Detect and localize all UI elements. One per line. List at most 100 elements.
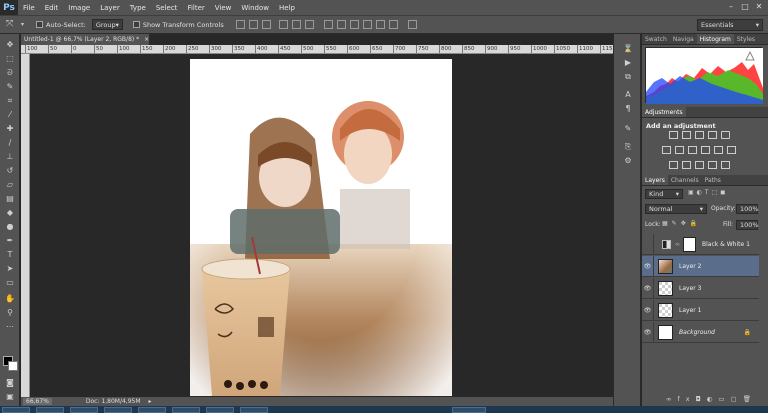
auto-select-checkbox[interactable]: Auto-Select: — [36, 21, 86, 29]
properties-icon[interactable]: ⚙ — [623, 156, 633, 166]
distribute-right-icon[interactable] — [388, 20, 398, 29]
rectangle-tool-icon[interactable]: ▭ — [3, 276, 17, 289]
visibility-toggle-icon[interactable]: 👁 — [642, 299, 654, 321]
delete-layer-icon[interactable]: 🗑 — [743, 395, 757, 403]
layer-name[interactable]: Layer 3 — [679, 285, 701, 292]
menu-edit[interactable]: Edit — [40, 4, 64, 12]
lasso-tool-icon[interactable]: ᘐ — [3, 66, 17, 79]
zoom-level[interactable]: 66,67% — [23, 398, 52, 405]
layer-row[interactable]: 👁 Background 🔒 — [642, 321, 759, 343]
align-bottom-icon[interactable] — [261, 20, 271, 29]
history-brush-tool-icon[interactable]: ↺ — [3, 164, 17, 177]
healing-brush-tool-icon[interactable]: ✚ — [3, 122, 17, 135]
layer-filter-kind[interactable]: Kind ▾ — [645, 189, 683, 199]
move-tool-icon[interactable]: ⤧ — [6, 19, 18, 31]
levels-icon[interactable] — [682, 131, 691, 139]
tab-adjustments[interactable]: Adjustments — [642, 107, 686, 117]
opacity-input[interactable]: 100% — [736, 204, 759, 214]
fx-icon[interactable]: fx — [677, 395, 695, 403]
align-hcenter-icon[interactable] — [291, 20, 301, 29]
show-transform-checkbox[interactable]: Show Transform Controls — [132, 21, 224, 29]
maximize-icon[interactable]: □ — [740, 2, 750, 12]
visibility-toggle-off-icon[interactable] — [642, 233, 654, 255]
clone-source-icon[interactable]: ⎘ — [623, 142, 633, 152]
tab-layers[interactable]: Layers — [642, 175, 668, 185]
blur-tool-icon[interactable]: ◆ — [3, 206, 17, 219]
brightness-contrast-icon[interactable] — [669, 131, 678, 139]
lock-buttons[interactable]: ▦✎✥🔒 — [662, 220, 701, 227]
visibility-toggle-icon[interactable]: 👁 — [642, 321, 654, 343]
taskbar-app-icon[interactable] — [138, 407, 166, 413]
document-size[interactable]: Doc: 1,80M/4,95M — [86, 398, 141, 405]
tab-histogram[interactable]: Histogram — [696, 34, 734, 44]
menu-file[interactable]: File — [18, 4, 40, 12]
menu-view[interactable]: View — [210, 4, 237, 12]
hand-tool-icon[interactable]: ✋ — [3, 292, 17, 305]
auto-select-dropdown[interactable]: Group ▾ — [91, 19, 123, 30]
blend-mode-dropdown[interactable]: Normal ▾ — [645, 204, 707, 214]
gradient-map-icon[interactable] — [708, 161, 717, 169]
taskbar-start-icon[interactable] — [2, 407, 30, 413]
brush-tool-icon[interactable]: ∕ — [3, 136, 17, 149]
tab-paths[interactable]: Paths — [702, 175, 724, 185]
tab-navigator[interactable]: Naviga — [670, 34, 697, 44]
workspace-switcher[interactable]: Essentials ▾ — [697, 19, 763, 31]
posterize-icon[interactable] — [682, 161, 691, 169]
visibility-toggle-icon[interactable]: 👁 — [642, 277, 654, 299]
history-icon[interactable]: ⌛ — [623, 44, 633, 54]
eraser-tool-icon[interactable]: ▱ — [3, 178, 17, 191]
tab-channels[interactable]: Channels — [668, 175, 702, 185]
menu-window[interactable]: Window — [236, 4, 274, 12]
layer-name[interactable]: Layer 1 — [679, 307, 701, 314]
path-selection-tool-icon[interactable]: ➤ — [3, 262, 17, 275]
layer-row-selected[interactable]: 👁 Layer 2 — [642, 255, 759, 277]
background-color-swatch[interactable] — [8, 361, 18, 371]
close-icon[interactable]: ✕ — [754, 2, 764, 12]
tool-preset-chevron-icon[interactable]: ▾ — [21, 21, 24, 28]
vibrance-icon[interactable] — [721, 131, 730, 139]
layer-name[interactable]: Layer 2 — [679, 263, 701, 270]
quick-mask-icon[interactable]: ◙ — [3, 376, 17, 389]
align-vcenter-icon[interactable] — [248, 20, 258, 29]
taskbar-app-icon[interactable] — [240, 407, 268, 413]
distribute-top-icon[interactable] — [323, 20, 333, 29]
fill-input[interactable]: 100% — [736, 220, 759, 230]
document-tab[interactable]: Untitled-1 @ 66,7% (Layer 2, RGB/8) * × — [21, 34, 150, 45]
selective-color-icon[interactable] — [721, 161, 730, 169]
curves-icon[interactable] — [695, 131, 704, 139]
layer-name[interactable]: Background — [679, 329, 715, 336]
align-top-icon[interactable] — [235, 20, 245, 29]
distribute-left-icon[interactable] — [362, 20, 372, 29]
layer-row[interactable]: 👁 Layer 3 — [642, 277, 759, 299]
layer-row[interactable]: 👁 Layer 1 — [642, 299, 759, 321]
menu-help[interactable]: Help — [274, 4, 300, 12]
status-menu-arrow-icon[interactable]: ▸ — [149, 398, 152, 405]
new-adjustment-icon[interactable]: ◐ — [707, 395, 719, 403]
distribute-vcenter-icon[interactable] — [336, 20, 346, 29]
taskbar-app-icon[interactable] — [172, 407, 200, 413]
gradient-tool-icon[interactable]: ▤ — [3, 192, 17, 205]
show-transform-check-box[interactable] — [132, 21, 140, 28]
taskbar-app-icon[interactable] — [206, 407, 234, 413]
align-left-icon[interactable] — [278, 20, 288, 29]
add-mask-icon[interactable]: ◘ — [696, 395, 707, 403]
photo-filter-icon[interactable] — [701, 146, 710, 154]
actions-icon[interactable]: ▶ — [623, 58, 633, 68]
tab-styles[interactable]: Styles — [734, 34, 758, 44]
taskbar-app-icon[interactable] — [70, 407, 98, 413]
taskbar-app-icon[interactable] — [104, 407, 132, 413]
more-tools-icon[interactable]: ⋯ — [3, 320, 17, 333]
exposure-icon[interactable] — [708, 131, 717, 139]
menu-filter[interactable]: Filter — [182, 4, 209, 12]
menu-type[interactable]: Type — [125, 4, 151, 12]
pen-tool-icon[interactable]: ✒ — [3, 234, 17, 247]
threshold-icon[interactable] — [695, 161, 704, 169]
auto-select-check-box[interactable] — [36, 21, 44, 28]
quick-select-tool-icon[interactable]: ✎ — [3, 80, 17, 93]
color-balance-icon[interactable] — [675, 146, 684, 154]
layer-mask-thumbnail[interactable] — [683, 236, 696, 252]
canvas-area[interactable] — [30, 54, 613, 397]
new-layer-icon[interactable]: ▢ — [731, 395, 743, 403]
taskbar-photoshop-icon[interactable] — [452, 407, 486, 413]
distribute-bottom-icon[interactable] — [349, 20, 359, 29]
